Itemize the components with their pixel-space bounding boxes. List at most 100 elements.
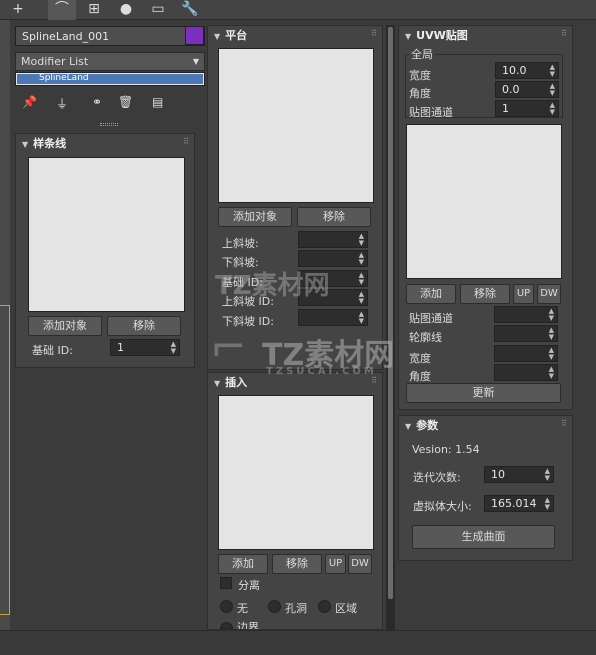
remove-modifier-icon[interactable]: 🗑	[118, 95, 133, 109]
radio-none-label: 无	[237, 602, 248, 615]
spinner-arrows-icon[interactable]: ▲ ▼	[359, 252, 364, 266]
hierarchy-tab-icon[interactable]: ⊞	[80, 0, 108, 20]
add-object-button[interactable]: 添加对象	[28, 316, 102, 336]
list-angle-spinner[interactable]: ▲ ▼	[494, 364, 558, 381]
grip-icon: ⠿	[561, 29, 567, 38]
uvw-rollout-header[interactable]: ▼ UVW贴图	[399, 26, 572, 46]
spinner-arrows-icon[interactable]: ▲ ▼	[549, 366, 554, 380]
scrollbar-thumb[interactable]	[388, 27, 393, 599]
make-unique-icon[interactable]: ⚭	[92, 95, 102, 109]
separate-checkbox[interactable]	[220, 577, 232, 589]
base-id-spinner[interactable]: 1 ▲ ▼	[110, 339, 180, 356]
move-down-button[interactable]: DW	[348, 554, 372, 574]
map-channel-label: 贴图通道	[409, 106, 453, 119]
move-up-button[interactable]: UP	[513, 284, 534, 304]
spinner-arrows-icon[interactable]: ▲ ▼	[550, 102, 555, 116]
generate-surface-button[interactable]: 生成曲面	[412, 525, 555, 549]
spinner-arrows-icon[interactable]: ▲ ▼	[545, 497, 550, 511]
radio-none[interactable]	[220, 600, 233, 613]
remove-button[interactable]: 移除	[297, 207, 371, 227]
radio-hole[interactable]	[268, 600, 281, 613]
viewport-border	[0, 305, 10, 615]
rollout-splitter[interactable]	[100, 123, 118, 126]
watermark-mark-icon: ⌐	[210, 322, 247, 373]
virtual-size-value: 165.014	[491, 497, 537, 510]
spinner-arrows-icon[interactable]: ▲ ▼	[550, 64, 555, 78]
width-value: 10.0	[502, 64, 527, 77]
version-text: Vesion: 1.54	[412, 443, 480, 456]
object-name-field[interactable]: SplineLand_001	[15, 26, 205, 46]
params-rollout-header[interactable]: ▼ 参数	[399, 416, 572, 436]
spinner-arrows-icon[interactable]: ▲ ▼	[171, 341, 176, 355]
virtual-size-label: 虚拟体大小:	[413, 500, 472, 513]
move-up-button[interactable]: UP	[325, 554, 346, 574]
collapse-triangle-icon: ▼	[22, 140, 29, 149]
stack-tools: 📌 ⏚ ⚭ 🗑 ▤	[22, 95, 202, 113]
list-width-label: 宽度	[409, 352, 431, 365]
angle-label: 角度	[409, 87, 431, 100]
iterations-label: 迭代次数:	[413, 471, 461, 484]
uvw-list[interactable]	[406, 124, 562, 279]
uvw-rollout: ▼ UVW贴图 ⠿ 全局 宽度 10.0 ▲ ▼ 角度 0.0 ▲ ▼ 贴图通道 1 ▲ ▼ …	[398, 25, 573, 410]
width-spinner[interactable]: 10.0 ▲ ▼	[495, 62, 559, 79]
spinner-arrows-icon[interactable]: ▲ ▼	[550, 83, 555, 97]
iterations-spinner[interactable]: 10 ▲ ▼	[484, 466, 554, 483]
outline-spinner[interactable]: ▲ ▼	[494, 325, 558, 342]
motion-tab-icon[interactable]: ●	[112, 0, 140, 20]
spinner-arrows-icon[interactable]: ▲ ▼	[549, 308, 554, 322]
utilities-tab-icon[interactable]: 🔧	[176, 0, 204, 20]
modifier-stack[interactable]: SplineLand	[15, 72, 205, 86]
spinner-arrows-icon[interactable]: ▲ ▼	[359, 291, 364, 305]
panel-scrollbar[interactable]	[386, 25, 395, 630]
display-tab-icon[interactable]: ▭	[144, 0, 172, 20]
down-slope-id-spinner[interactable]: ▲ ▼	[298, 309, 368, 326]
uvw-rollout-title: UVW贴图	[416, 29, 468, 42]
params-rollout-title: 参数	[416, 419, 439, 432]
grip-icon: ⠿	[371, 376, 377, 385]
list-map-channel-spinner[interactable]: ▲ ▼	[494, 306, 558, 323]
spline-list[interactable]	[28, 157, 185, 312]
spline-rollout-header[interactable]: ▼ 样条线	[16, 134, 194, 154]
spline-rollout: ▼ 样条线 ⠿ 添加对象 移除 基础 ID: 1 ▲ ▼	[15, 133, 195, 368]
viewport-edge[interactable]	[0, 20, 10, 630]
list-width-spinner[interactable]: ▲ ▼	[494, 345, 558, 362]
add-object-button[interactable]: 添加对象	[218, 207, 292, 227]
watermark-logo-upper: TZ素材网	[215, 265, 330, 302]
remove-button[interactable]: 移除	[107, 316, 181, 336]
spinner-arrows-icon[interactable]: ▲ ▼	[549, 347, 554, 361]
object-color-swatch[interactable]	[185, 26, 204, 45]
platform-list[interactable]	[218, 48, 374, 203]
create-tab-icon[interactable]: +	[4, 0, 32, 20]
spinner-arrows-icon[interactable]: ▲ ▼	[545, 468, 550, 482]
stack-item[interactable]: SplineLand	[17, 74, 203, 84]
modifier-list-dropdown[interactable]: Modifier List ▼	[15, 52, 205, 71]
update-button[interactable]: 更新	[406, 383, 561, 403]
add-button[interactable]: 添加	[406, 284, 456, 304]
radio-area[interactable]	[318, 600, 331, 613]
up-slope-spinner[interactable]: ▲ ▼	[298, 231, 368, 248]
virtual-size-spinner[interactable]: 165.014 ▲ ▼	[484, 495, 554, 512]
map-channel-spinner[interactable]: 1 ▲ ▼	[495, 100, 559, 117]
modify-tab-icon[interactable]: ⌒	[48, 0, 76, 20]
spinner-arrows-icon[interactable]: ▲ ▼	[359, 311, 364, 325]
show-end-result-icon[interactable]: ⏚	[56, 95, 68, 112]
radio-hole-label: 孔洞	[285, 602, 307, 615]
angle-spinner[interactable]: 0.0 ▲ ▼	[495, 81, 559, 98]
remove-button[interactable]: 移除	[272, 554, 322, 574]
insert-rollout-title: 插入	[225, 376, 248, 389]
spinner-arrows-icon[interactable]: ▲ ▼	[359, 233, 364, 247]
spinner-arrows-icon[interactable]: ▲ ▼	[359, 272, 364, 286]
modifier-list-label: Modifier List	[21, 55, 89, 68]
platform-rollout-header[interactable]: ▼ 平台	[208, 26, 382, 46]
map-channel-value: 1	[502, 102, 509, 115]
remove-button[interactable]: 移除	[460, 284, 510, 304]
move-down-button[interactable]: DW	[537, 284, 561, 304]
command-panel-tabs: + ⌒ ⊞ ● ▭ 🔧	[0, 0, 596, 20]
radio-extra[interactable]	[220, 622, 233, 629]
pin-stack-icon[interactable]: 📌	[22, 95, 37, 109]
insert-list[interactable]	[218, 395, 374, 550]
configure-sets-icon[interactable]: ▤	[152, 95, 163, 109]
spinner-arrows-icon[interactable]: ▲ ▼	[549, 327, 554, 341]
spline-rollout-title: 样条线	[33, 137, 67, 150]
add-button[interactable]: 添加	[218, 554, 268, 574]
